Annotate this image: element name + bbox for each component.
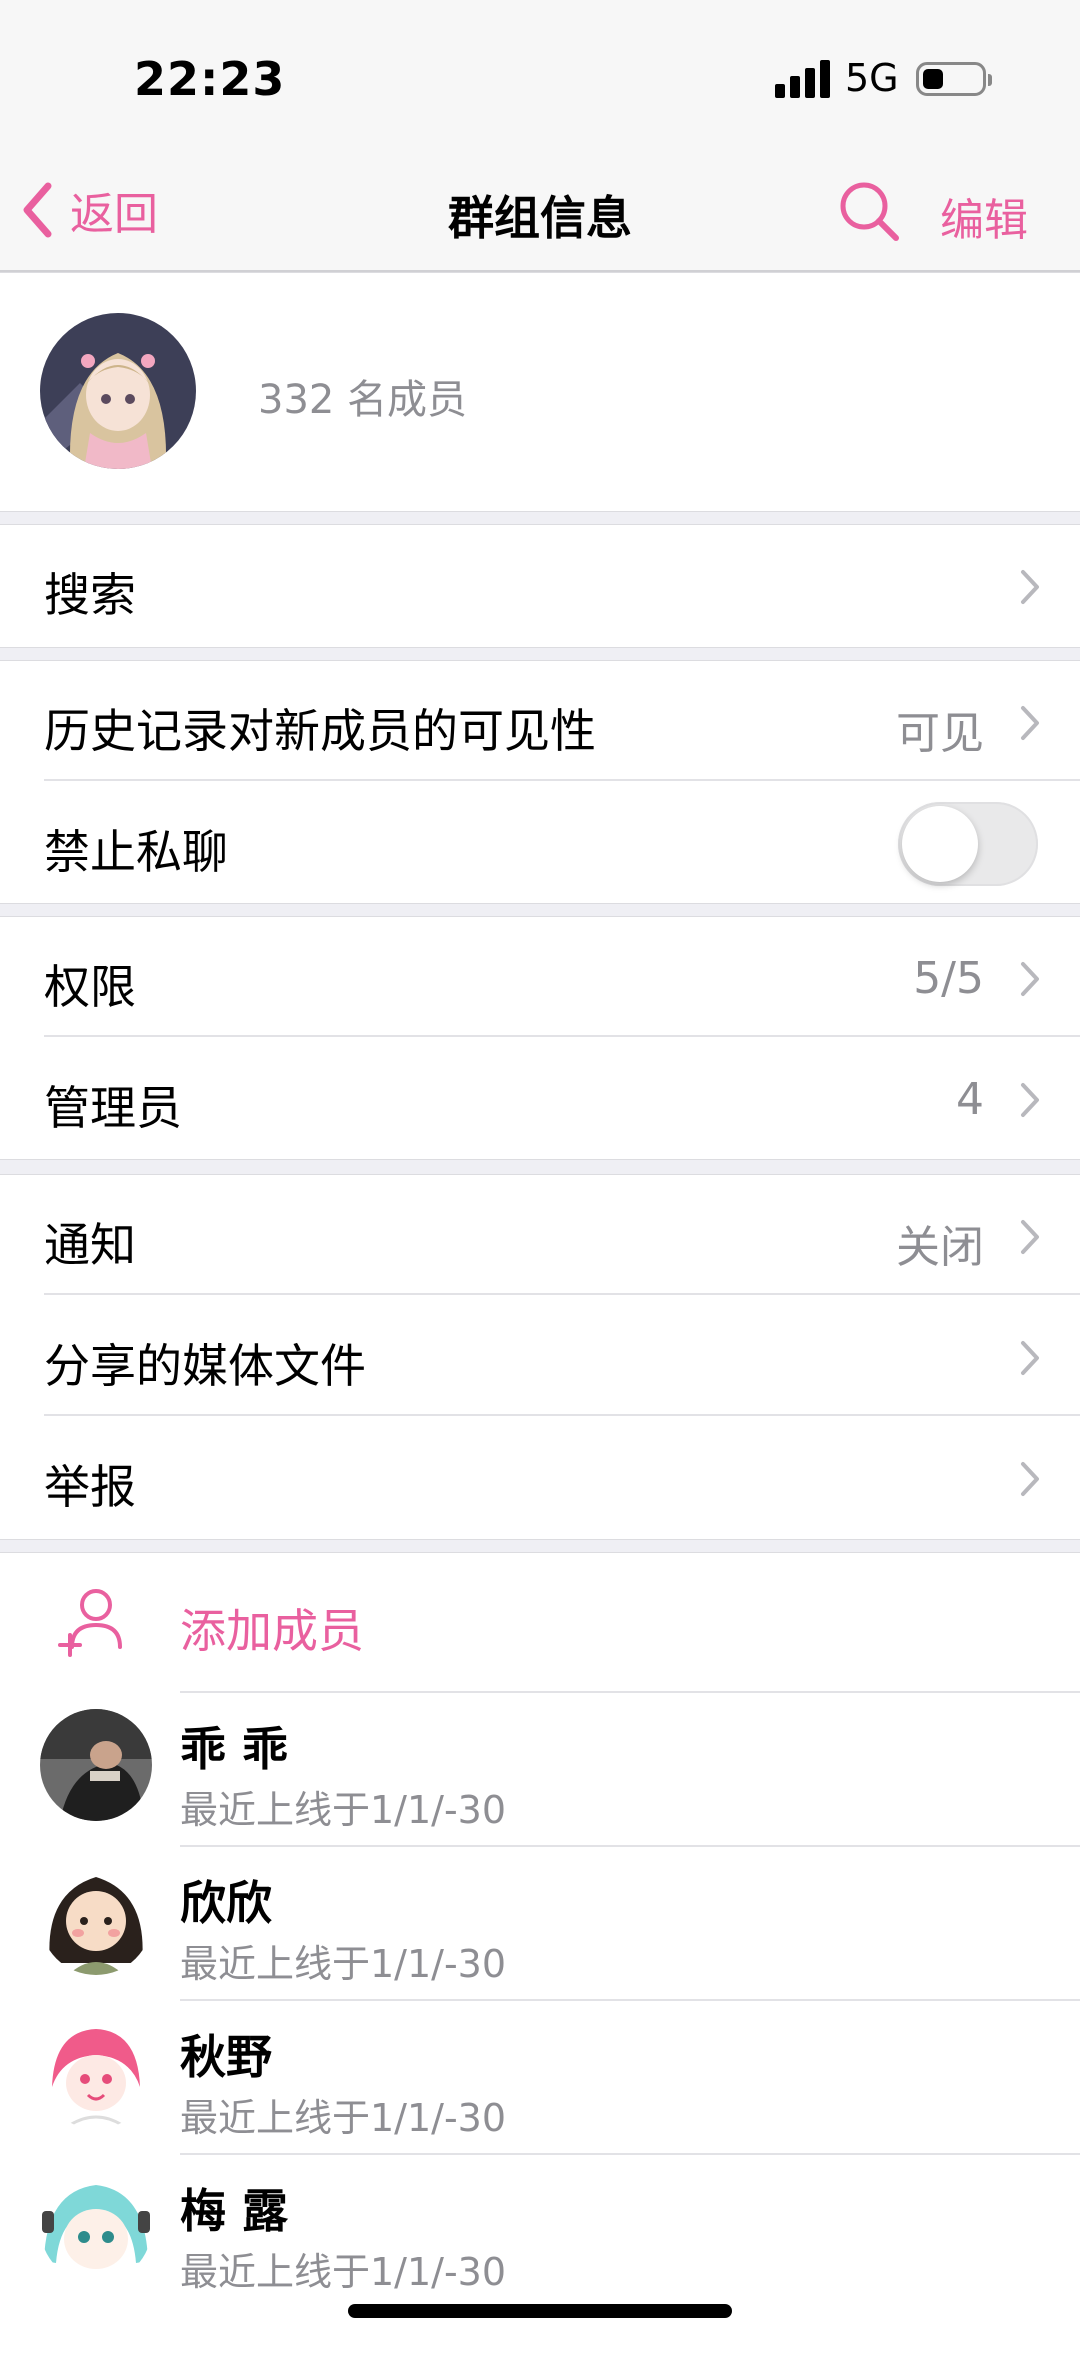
add-member-button[interactable]: 添加成员 — [0, 1553, 1080, 1691]
notifications-label: 通知 — [44, 1218, 136, 1272]
battery-icon — [916, 62, 992, 96]
cellular-signal-icon — [775, 60, 830, 98]
add-member-label: 添加成员 — [180, 1604, 364, 1658]
group-avatar[interactable] — [40, 313, 196, 469]
add-person-icon — [58, 1589, 122, 1657]
no-private-chat-label: 禁止私聊 — [44, 825, 228, 879]
member-status: 最近上线于1/1/-30 — [180, 2096, 507, 2140]
member-item[interactable]: 梅 露 最近上线于1/1/-30 — [0, 2153, 1080, 2307]
history-visibility-value: 可见 — [896, 708, 984, 759]
misc-section: 通知 关闭 分享的媒体文件 举报 — [0, 1174, 1080, 1540]
edit-button[interactable]: 编辑 — [940, 184, 1028, 248]
members-count: 332 名成员 — [258, 377, 468, 423]
member-item[interactable]: 秋野 最近上线于1/1/-30 — [0, 1999, 1080, 2153]
member-status: 最近上线于1/1/-30 — [180, 1942, 507, 1986]
member-name: 梅 露 — [180, 2184, 289, 2238]
history-visibility-row[interactable]: 历史记录对新成员的可见性 可见 — [0, 661, 1080, 781]
management-section: 权限 5/5 管理员 4 — [0, 916, 1080, 1160]
member-name: 乖 乖 — [180, 1722, 289, 1776]
status-time: 22:23 — [134, 52, 286, 106]
member-status: 最近上线于1/1/-30 — [180, 1788, 507, 1832]
no-private-chat-row: 禁止私聊 — [0, 782, 1080, 902]
status-bar: 22:23 5G — [0, 0, 1080, 150]
member-name: 欣欣 — [180, 1876, 272, 1930]
admins-label: 管理员 — [44, 1081, 182, 1135]
chevron-right-icon — [1021, 962, 1039, 996]
search-icon[interactable] — [838, 180, 902, 244]
member-item[interactable]: 欣欣 最近上线于1/1/-30 — [0, 1845, 1080, 1999]
members-section: 添加成员 乖 乖 最近上线于1/1/-30 欣欣 最近上线于1/1/-30 秋野… — [0, 1552, 1080, 2353]
home-indicator[interactable] — [348, 2304, 732, 2318]
search-row[interactable]: 搜索 — [0, 525, 1080, 645]
chevron-right-icon — [1021, 706, 1039, 740]
member-name: 秋野 — [180, 2030, 272, 2084]
search-label: 搜索 — [44, 568, 136, 622]
search-section: 搜索 — [0, 524, 1080, 648]
group-header: 332 名成员 — [0, 272, 1080, 512]
chevron-right-icon — [1021, 1083, 1039, 1117]
admins-value: 4 — [956, 1074, 984, 1125]
admins-row[interactable]: 管理员 4 — [0, 1038, 1080, 1158]
notifications-value: 关闭 — [896, 1222, 984, 1273]
shared-media-label: 分享的媒体文件 — [44, 1339, 366, 1393]
chevron-right-icon — [1021, 570, 1039, 604]
member-avatar — [40, 2017, 152, 2129]
network-type: 5G — [845, 56, 899, 100]
report-label: 举报 — [44, 1460, 136, 1514]
member-avatar — [40, 1863, 152, 1975]
chevron-right-icon — [1021, 1341, 1039, 1375]
permissions-value: 5/5 — [913, 953, 984, 1004]
permissions-row[interactable]: 权限 5/5 — [0, 917, 1080, 1037]
shared-media-row[interactable]: 分享的媒体文件 — [0, 1296, 1080, 1416]
no-private-chat-toggle[interactable] — [898, 802, 1038, 886]
member-avatar — [40, 2171, 152, 2283]
report-row[interactable]: 举报 — [0, 1417, 1080, 1537]
page-title: 群组信息 — [448, 191, 632, 245]
chevron-right-icon — [1021, 1462, 1039, 1496]
member-item[interactable]: 乖 乖 最近上线于1/1/-30 — [0, 1691, 1080, 1845]
member-avatar — [40, 1709, 152, 1821]
history-visibility-label: 历史记录对新成员的可见性 — [44, 704, 596, 758]
permissions-label: 权限 — [44, 960, 136, 1014]
navigation-bar: 返回 群组信息 编辑 — [0, 150, 1080, 272]
member-status: 最近上线于1/1/-30 — [180, 2250, 507, 2294]
privacy-section: 历史记录对新成员的可见性 可见 禁止私聊 — [0, 660, 1080, 904]
notifications-row[interactable]: 通知 关闭 — [0, 1175, 1080, 1295]
chevron-right-icon — [1021, 1220, 1039, 1254]
